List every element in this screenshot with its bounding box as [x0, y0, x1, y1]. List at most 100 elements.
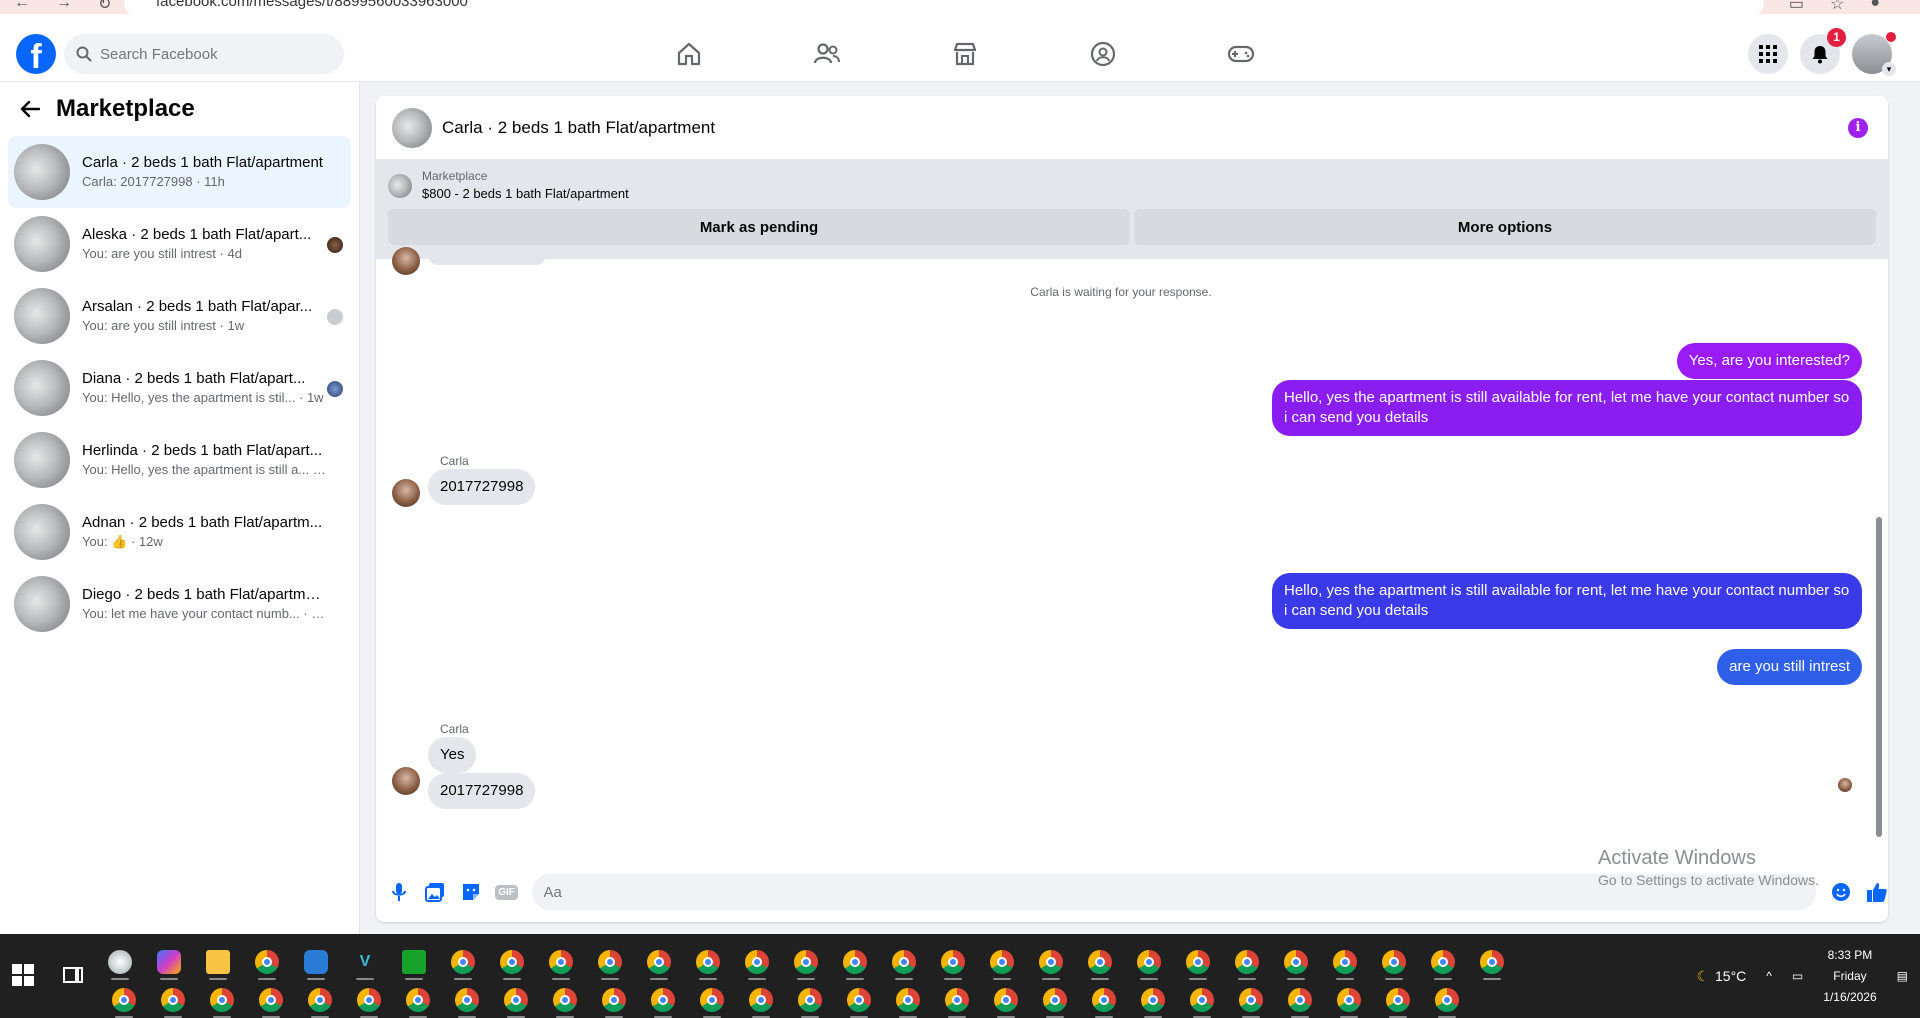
chat-title[interactable]: Carla · 2 beds 1 bath Flat/apartment [442, 118, 715, 138]
conversation-item[interactable]: Arsalan · 2 beds 1 bath Flat/apar... You… [8, 280, 351, 352]
notification-center-icon[interactable]: ▤ [1897, 969, 1908, 983]
microphone-icon[interactable] [388, 881, 410, 903]
chrome-icon[interactable] [112, 988, 136, 1018]
more-options-button[interactable]: More options [1134, 209, 1876, 245]
copilot-icon[interactable] [157, 950, 181, 980]
chrome-icon[interactable] [504, 988, 528, 1018]
gaming-icon[interactable] [1172, 28, 1310, 80]
search-input[interactable] [100, 45, 320, 63]
profile-icon[interactable]: ● [1870, 0, 1880, 14]
chrome-icon[interactable] [406, 988, 430, 1018]
gif-icon[interactable]: GIF [495, 881, 518, 903]
friends-icon[interactable] [758, 28, 896, 80]
forward-icon[interactable]: → [56, 0, 72, 14]
chrome-icon[interactable] [553, 988, 577, 1018]
chrome-icon[interactable] [1435, 988, 1459, 1018]
groups-icon[interactable] [1034, 28, 1172, 80]
chrome-icon[interactable] [455, 988, 479, 1018]
chrome-icon[interactable] [1088, 950, 1112, 980]
chrome-icon[interactable] [1288, 988, 1312, 1018]
conversation-item[interactable]: Aleska · 2 beds 1 bath Flat/apart... You… [8, 208, 351, 280]
chrome-icon[interactable] [549, 950, 573, 980]
chevron-up-icon[interactable]: ^ [1766, 969, 1772, 983]
file-explorer-icon[interactable] [206, 950, 230, 980]
chrome-icon[interactable] [1141, 988, 1165, 1018]
chrome-icon[interactable] [1480, 950, 1504, 980]
chrome-icon[interactable] [357, 988, 381, 1018]
chrome-icon[interactable] [749, 988, 773, 1018]
chrome-icon[interactable] [798, 988, 822, 1018]
clock[interactable]: 8:33 PM Friday 1/16/2026 [1823, 945, 1876, 1008]
back-icon[interactable]: ← [14, 0, 30, 14]
app-icon[interactable] [304, 950, 328, 980]
info-icon[interactable]: i [1848, 118, 1868, 138]
conversation-item[interactable]: Carla · 2 beds 1 bath Flat/apartment Car… [8, 136, 351, 208]
listing-thumbnail[interactable] [392, 107, 432, 148]
chrome-icon[interactable] [451, 950, 475, 980]
chrome-icon[interactable] [1337, 988, 1361, 1018]
chrome-icon[interactable] [1239, 988, 1263, 1018]
mark-pending-button[interactable]: Mark as pending [388, 209, 1130, 245]
chrome-icon[interactable] [994, 988, 1018, 1018]
message-input[interactable] [531, 874, 1817, 910]
chrome-icon[interactable] [1235, 950, 1259, 980]
chrome-icon[interactable] [1186, 950, 1210, 980]
chrome-icon[interactable] [1043, 988, 1067, 1018]
weather-widget[interactable]: ☾ 15°C [1696, 968, 1746, 985]
scrollbar-thumb[interactable] [1876, 517, 1882, 837]
cl-app-icon[interactable] [402, 950, 426, 980]
chrome-icon[interactable] [1431, 950, 1455, 980]
chrome-icon[interactable] [700, 988, 724, 1018]
chrome-icon[interactable] [990, 950, 1014, 980]
listing-info[interactable]: Marketplace $800 - 2 beds 1 bath Flat/ap… [388, 168, 1876, 208]
chrome-icon[interactable] [1190, 988, 1214, 1018]
chrome-icon[interactable] [794, 950, 818, 980]
chrome-icon[interactable] [598, 950, 622, 980]
thumbs-up-icon[interactable] [1866, 881, 1888, 903]
photo-icon[interactable] [424, 881, 446, 903]
chrome-icon[interactable] [308, 988, 332, 1018]
notifications-button[interactable]: 1 [1800, 28, 1846, 74]
chrome-icon[interactable] [651, 988, 675, 1018]
chrome-icon[interactable] [892, 950, 916, 980]
back-arrow-icon[interactable] [20, 100, 40, 118]
chrome-icon[interactable] [1092, 988, 1116, 1018]
chrome-icon[interactable] [500, 950, 524, 980]
search-box[interactable] [64, 34, 344, 74]
chrome-icon[interactable] [843, 950, 867, 980]
network-icon[interactable]: ▭ [1792, 969, 1803, 983]
install-icon[interactable]: ▭ [1789, 0, 1804, 14]
chrome-icon[interactable] [1382, 950, 1406, 980]
chrome-icon[interactable] [161, 988, 185, 1018]
reload-icon[interactable]: ↻ [98, 0, 111, 14]
chrome-icon[interactable] [1284, 950, 1308, 980]
sticker-icon[interactable] [460, 881, 482, 903]
chrome-icon[interactable] [896, 988, 920, 1018]
chrome-icon[interactable] [941, 950, 965, 980]
chrome-icon[interactable] [945, 988, 969, 1018]
chrome-icon[interactable] [847, 988, 871, 1018]
task-view-icon[interactable] [62, 964, 84, 986]
emoji-icon[interactable] [1830, 881, 1852, 903]
facebook-logo[interactable]: f [16, 34, 56, 74]
chrome-icon[interactable] [602, 988, 626, 1018]
chrome-icon[interactable] [255, 950, 279, 980]
chrome-icon[interactable] [210, 988, 234, 1018]
home-icon[interactable] [620, 28, 758, 80]
chrome-icon[interactable] [647, 950, 671, 980]
conversation-item[interactable]: Diana · 2 beds 1 bath Flat/apart... You:… [8, 352, 351, 424]
conversation-item[interactable]: Adnan · 2 beds 1 bath Flat/apartm... You… [8, 496, 351, 568]
chrome-icon[interactable] [1039, 950, 1063, 980]
windows-start-icon[interactable] [12, 964, 34, 986]
app-icon[interactable]: V [353, 950, 377, 980]
conversation-item[interactable]: Diego · 2 beds 1 bath Flat/apartme... Yo… [8, 568, 351, 640]
chrome-icon[interactable] [1137, 950, 1161, 980]
marketplace-icon[interactable] [896, 28, 1034, 80]
menu-grid-button[interactable] [1748, 34, 1788, 74]
chrome-icon[interactable] [1386, 988, 1410, 1018]
chrome-icon[interactable] [745, 950, 769, 980]
conversation-item[interactable]: Herlinda · 2 beds 1 bath Flat/apart... Y… [8, 424, 351, 496]
account-avatar[interactable]: ▾ [1852, 32, 1896, 76]
chrome-icon[interactable] [696, 950, 720, 980]
chrome-icon[interactable] [1333, 950, 1357, 980]
